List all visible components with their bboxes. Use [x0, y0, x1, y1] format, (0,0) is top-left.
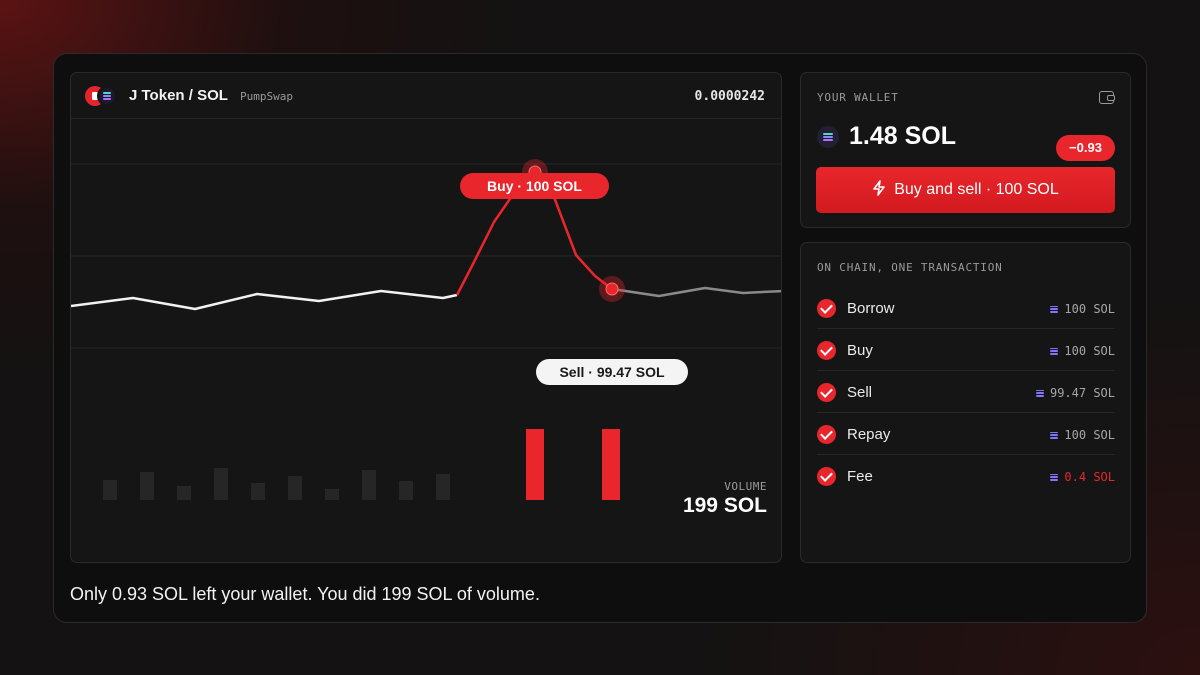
- volume-label: VOLUME: [724, 480, 767, 493]
- price-line-after: [611, 286, 781, 298]
- transaction-steps-panel: ON CHAIN, ONE TRANSACTION Borrow 100 SOL…: [800, 242, 1131, 563]
- price-line-before: [71, 289, 458, 311]
- app-frame: J Token / SOL PumpSwap 0.0000242 Buy · 1…: [53, 53, 1147, 623]
- sol-icon: [1050, 431, 1059, 439]
- wallet-label: YOUR WALLET: [817, 91, 899, 104]
- step-name: Repay: [847, 426, 891, 443]
- volume-bars-faint: [103, 468, 450, 500]
- sol-icon: [1050, 473, 1059, 481]
- lightning-icon: [873, 180, 886, 197]
- buy-tag: Buy · 100 SOL: [460, 173, 609, 199]
- step-repay: Repay 100 SOL: [817, 413, 1115, 455]
- check-icon: [817, 425, 836, 444]
- wallet-balance: 1.48 SOL: [849, 122, 956, 150]
- wallet-panel: YOUR WALLET 1.48 SOL Buy and sell · 100 …: [800, 72, 1131, 228]
- check-icon: [817, 341, 836, 360]
- check-icon: [817, 299, 836, 318]
- step-fee: Fee 0.4 SOL: [817, 455, 1115, 497]
- steps-list: Borrow 100 SOL Buy 100 SOL Sell 99.47 SO…: [817, 287, 1115, 497]
- sol-icon: [1050, 305, 1059, 313]
- sol-icon: [97, 86, 117, 106]
- sell-volume-bar: [602, 429, 620, 500]
- sol-icon: [817, 126, 839, 148]
- steps-label: ON CHAIN, ONE TRANSACTION: [817, 261, 1003, 274]
- step-amount: 99.47 SOL: [1035, 386, 1115, 400]
- buy-and-sell-label: Buy and sell · 100 SOL: [894, 181, 1059, 198]
- step-name: Fee: [847, 468, 873, 485]
- token-pair-icon: [85, 86, 121, 106]
- step-borrow: Borrow 100 SOL: [817, 287, 1115, 329]
- buy-and-sell-button[interactable]: Buy and sell · 100 SOL: [816, 167, 1115, 213]
- step-name: Buy: [847, 342, 873, 359]
- pair-name: J Token / SOL: [129, 87, 228, 104]
- balance-delta-badge: −0.93: [1056, 135, 1115, 161]
- sell-tag: Sell · 99.47 SOL: [536, 359, 688, 385]
- dex-name: PumpSwap: [240, 90, 293, 103]
- wallet-icon[interactable]: [1099, 91, 1115, 104]
- step-name: Sell: [847, 384, 873, 401]
- step-buy: Buy 100 SOL: [817, 329, 1115, 371]
- step-amount: 100 SOL: [1050, 344, 1115, 358]
- step-sell: Sell 99.47 SOL: [817, 371, 1115, 413]
- check-icon: [817, 467, 836, 486]
- price-line-chart: [71, 159, 781, 500]
- check-icon: [817, 383, 836, 402]
- token-price: 0.0000242: [694, 89, 765, 104]
- sol-icon: [1035, 389, 1044, 397]
- sell-marker: [605, 282, 619, 296]
- step-amount: 100 SOL: [1050, 428, 1115, 442]
- step-name: Borrow: [847, 300, 895, 317]
- price-chart-panel: J Token / SOL PumpSwap 0.0000242 Buy · 1…: [70, 72, 782, 563]
- summary-text: Only 0.93 SOL left your wallet. You did …: [70, 584, 540, 604]
- step-amount: 100 SOL: [1050, 302, 1115, 316]
- sol-icon: [1050, 347, 1059, 355]
- step-amount: 0.4 SOL: [1050, 470, 1115, 484]
- volume-value: 199 SOL: [682, 494, 767, 517]
- chart-header: J Token / SOL PumpSwap 0.0000242: [71, 73, 781, 119]
- buy-volume-bar: [526, 429, 544, 500]
